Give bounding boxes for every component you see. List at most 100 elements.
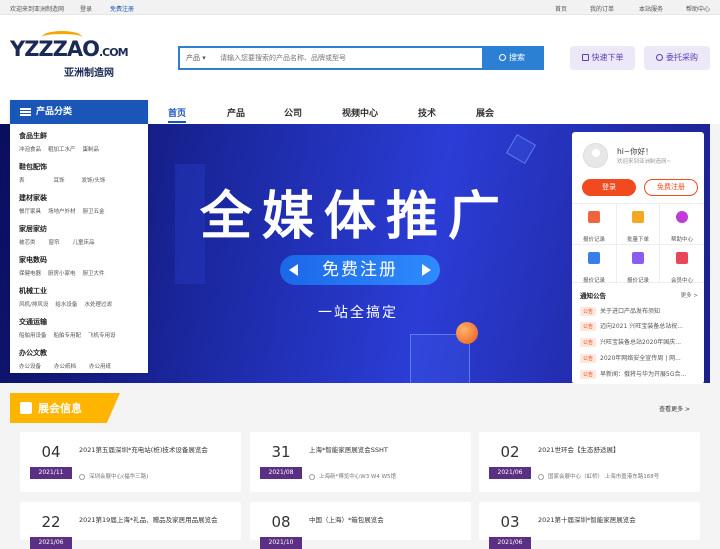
category-sub[interactable]: 冲泡食品 [19, 145, 41, 153]
category-sub[interactable]: 船舶专用配 [54, 331, 82, 339]
expo-more-link[interactable]: 查看更多 > [659, 404, 690, 413]
expo-location: 深圳会展中心(福华三路) [89, 474, 149, 480]
category-title-item[interactable]: 食品生鲜 [19, 124, 139, 141]
banner-register-button[interactable]: 免费注册 [280, 255, 440, 285]
expo-card[interactable]: 02 2021/06 2021世环会【生态舒适展】 国家会展中心（虹桥） 上海市… [479, 432, 700, 492]
category-title-item[interactable]: 鞋包配饰 [19, 155, 139, 172]
register-link[interactable]: 免费注册 [110, 4, 134, 13]
banner-register-label: 免费注册 [322, 260, 398, 280]
category-group: 建材家装餐厅家具 场地户外材 厨卫五金 [10, 186, 148, 217]
entrust-purchase-button[interactable]: 委托采购 [644, 46, 710, 70]
arrow-left-icon [289, 264, 298, 276]
expo-month: 2021/06 [489, 467, 531, 479]
category-sub[interactable]: 耳饰 [54, 176, 65, 184]
category-sub[interactable]: 水处理过滤 [84, 300, 112, 308]
quick-link-bulk-order[interactable]: 批量下单 [616, 204, 660, 244]
expo-month: 2021/08 [260, 467, 302, 479]
notice-tag: 公告 [580, 338, 597, 347]
expo-card[interactable]: 03 2021/06 2021第十届深圳*智能家居展览会 [479, 502, 700, 549]
category-sub[interactable]: 办公设备 [19, 362, 41, 370]
home-link[interactable]: 首页 [555, 4, 567, 13]
category-title-item[interactable]: 办公文教 [19, 341, 139, 358]
nav-exhibitions[interactable]: 展会 [476, 106, 494, 119]
quick-link-quote-records-3[interactable]: 报价记录 [616, 244, 660, 284]
quick-links: 报价记录 批量下单 帮助中心 报价记录 报价记录 会员中心 [572, 203, 704, 284]
expo-location: 国家会展中心（虹桥） 上海市盈港东路168号 [548, 474, 660, 480]
notice-tag: 公告 [580, 322, 597, 331]
category-sub[interactable]: 蛋制品 [83, 145, 100, 153]
category-title-item[interactable]: 机械工业 [19, 279, 139, 296]
notice-item[interactable]: 公告 兴旺宝装备总站2020年国庆... [580, 337, 698, 349]
expo-title-text: 上海*智能家居展览会SSHT [309, 446, 388, 454]
login-link[interactable]: 登录 [80, 4, 92, 13]
notice-title: 通知公告 [580, 292, 606, 300]
quick-link-help-center[interactable]: 帮助中心 [660, 204, 704, 244]
expo-month: 2021/06 [30, 537, 72, 549]
search-bar: 产品 ▾ 搜索 [178, 46, 544, 70]
calendar-icon [20, 402, 32, 414]
category-sub[interactable]: 保健电器 [19, 269, 41, 277]
location-pin-icon [309, 472, 317, 480]
category-sub[interactable]: 被芯类 [19, 238, 36, 246]
category-sub[interactable]: 厨卫大件 [83, 269, 105, 277]
nav-technology[interactable]: 技术 [418, 106, 436, 119]
category-title-item[interactable]: 家居家纺 [19, 217, 139, 234]
category-sub[interactable]: 厨房小家电 [48, 269, 76, 277]
expo-card[interactable]: 08 2021/10 中国（上海）*箱包展览会 [250, 502, 471, 549]
arrow-right-icon [422, 264, 431, 276]
category-sub[interactable]: 船舶用设备 [19, 331, 47, 339]
search-button[interactable]: 搜索 [482, 48, 542, 68]
expo-card[interactable]: 31 2021/08 上海*智能家居展览会SSHT 上海新*博览中心W3 W4 … [250, 432, 471, 492]
my-orders-link[interactable]: 我的订单 [590, 4, 614, 13]
category-sub[interactable]: 窗帘 [49, 238, 60, 246]
category-sub[interactable]: 办公纸档 [54, 362, 76, 370]
category-title-item[interactable]: 建材家装 [19, 186, 139, 203]
help-icon [676, 211, 688, 223]
quick-order-button[interactable]: 快速下单 [570, 46, 635, 70]
site-logo[interactable]: YZZZAO.COM 亚洲制造网 [10, 31, 129, 83]
notice-item[interactable]: 公告 迈向2021 兴旺宝装备总站祝... [580, 321, 698, 333]
quick-link-member-center[interactable]: 会员中心 [660, 244, 704, 284]
category-header[interactable]: 产品分类 [10, 100, 148, 124]
category-sub[interactable]: 厨卫五金 [83, 207, 105, 215]
expo-card[interactable]: 22 2021/06 2021第19届上海*礼品、赠品及家居用品展览会 [20, 502, 241, 549]
category-sub[interactable]: 给水设备 [55, 300, 77, 308]
category-group: 家居家纺被芯类 窗帘 儿童床品 [10, 217, 148, 248]
quick-link-quote-records-2[interactable]: 报价记录 [572, 244, 616, 284]
register-button[interactable]: 免费注册 [644, 179, 698, 196]
logo-subtitle: 亚洲制造网 [64, 68, 114, 79]
category-menu: 产品分类 食品生鲜冲泡食品 粗加工水产 蛋制品 鞋包配饰表 耳饰 发饰/头饰 建材家装餐… [10, 100, 148, 373]
category-sub[interactable]: 场地户外材 [48, 207, 76, 215]
quick-link-quote-records[interactable]: 报价记录 [572, 204, 616, 244]
document-icon [588, 211, 600, 223]
category-sub[interactable]: 风机/排风设 [19, 300, 48, 308]
user-sidebar: hi~你好！ 欢迎来到亚洲制造网~ 登录 免费注册 报价记录 批量下单 帮助中心… [572, 132, 704, 384]
notice-item[interactable]: 公告 关于进口产品发布须知 [580, 306, 698, 318]
member-icon [676, 252, 688, 264]
nav-products[interactable]: 产品 [227, 106, 245, 119]
category-title-item[interactable]: 家电数码 [19, 248, 139, 265]
search-input[interactable] [220, 50, 480, 66]
category-sub[interactable]: 发饰/头饰 [82, 176, 106, 184]
notice-more-link[interactable]: 更多 > [681, 291, 698, 299]
search-category-select[interactable]: 产品 ▾ [186, 53, 206, 63]
help-center-link[interactable]: 帮助中心 [686, 4, 710, 13]
login-button[interactable]: 登录 [582, 179, 636, 196]
category-sub[interactable]: 办公用纸 [89, 362, 111, 370]
category-sub[interactable]: 表 [19, 176, 25, 184]
nav-home[interactable]: 首页 [168, 106, 187, 123]
notice-item[interactable]: 公告 早新闻：俄将与华为开展5G合... [580, 369, 698, 381]
category-sub[interactable]: 儿童床品 [73, 238, 95, 246]
nav-video-center[interactable]: 视频中心 [342, 106, 378, 119]
expo-title-text: 中国（上海）*箱包展览会 [309, 516, 384, 524]
category-title-item[interactable]: 交通运输 [19, 310, 139, 327]
expo-card[interactable]: 04 2021/11 2021第五届深圳*充电站(桩)技术设备展览会 深圳会展中… [20, 432, 241, 492]
notice-tag: 公告 [580, 370, 597, 379]
site-service-link[interactable]: 本站服务 [639, 4, 663, 13]
notice-item[interactable]: 公告 2020年网络安全宣传周 | 网... [580, 353, 698, 365]
category-title: 产品分类 [36, 107, 73, 117]
category-sub[interactable]: 粗加工水产 [48, 145, 76, 153]
category-sub[interactable]: 飞机专用设 [88, 331, 116, 339]
category-sub[interactable]: 餐厅家具 [19, 207, 41, 215]
nav-companies[interactable]: 公司 [284, 106, 302, 119]
